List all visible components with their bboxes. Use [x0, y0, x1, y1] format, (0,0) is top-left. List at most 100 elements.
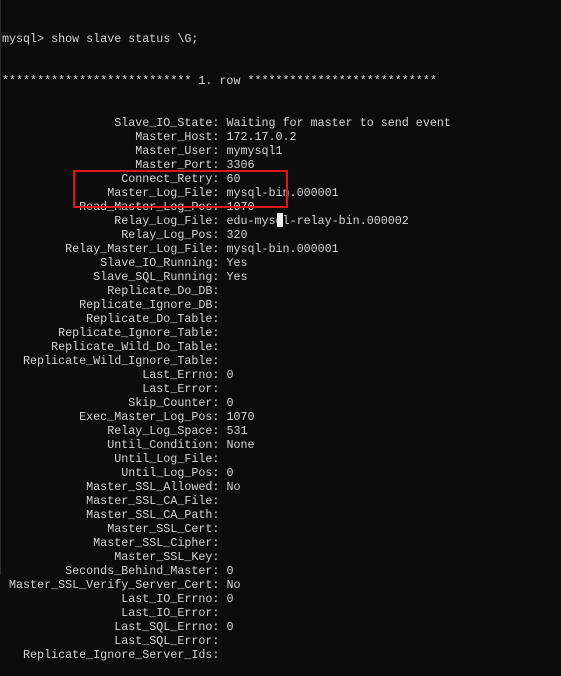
separator: :	[212, 354, 227, 368]
separator: :	[212, 228, 227, 242]
status-label: Last_IO_Errno	[121, 592, 213, 606]
status-row: Relay_Log_Pos: 320	[2, 228, 451, 242]
separator: :	[212, 242, 227, 256]
window-edge	[0, 0, 1, 575]
status-value: 0	[226, 620, 234, 634]
terminal-output[interactable]: mysql> show slave status \G; ***********…	[2, 4, 451, 676]
status-value: 0	[226, 592, 234, 606]
status-row: Last_IO_Error:	[2, 606, 451, 620]
status-row: Master_User: mymysql1	[2, 144, 451, 158]
status-row: Master_SSL_Cert:	[2, 522, 451, 536]
status-value: mymysql1	[226, 144, 283, 158]
status-label: Master_SSL_Cert	[107, 522, 213, 536]
status-value: None	[226, 438, 255, 452]
separator: :	[212, 634, 227, 648]
separator: :	[212, 368, 227, 382]
status-label: Master_SSL_Key	[114, 550, 213, 564]
separator: :	[212, 606, 227, 620]
separator: :	[212, 214, 227, 228]
separator: :	[212, 284, 227, 298]
status-label: Relay_Log_Pos	[121, 228, 213, 242]
status-label: Relay_Log_Space	[107, 424, 213, 438]
status-row: Relay_Log_File: edu-mysql-relay-bin.0000…	[2, 214, 451, 228]
status-label: Master_SSL_Allowed	[86, 480, 213, 494]
status-value: 0	[226, 368, 234, 382]
status-row: Replicate_Wild_Ignore_Table:	[2, 354, 451, 368]
status-row: Relay_Master_Log_File: mysql-bin.000001	[2, 242, 451, 256]
status-label: Slave_IO_Running	[100, 256, 213, 270]
status-value: 172.17.0.2	[226, 130, 297, 144]
separator: :	[212, 130, 227, 144]
status-row: Master_Host: 172.17.0.2	[2, 130, 451, 144]
status-value: 531	[226, 424, 248, 438]
status-value: No	[226, 578, 241, 592]
status-label: Last_Errno	[142, 368, 213, 382]
status-row: Replicate_Wild_Do_Table:	[2, 340, 451, 354]
separator: :	[212, 396, 227, 410]
status-row: Last_Errno: 0	[2, 368, 451, 382]
row-header: *************************** 1. row *****…	[2, 74, 437, 88]
separator: :	[212, 144, 227, 158]
highlight-box	[73, 170, 288, 208]
status-row: Replicate_Ignore_Table:	[2, 326, 451, 340]
status-row: Master_SSL_Allowed: No	[2, 480, 451, 494]
separator: :	[212, 340, 227, 354]
status-label: Relay_Log_File	[114, 214, 213, 228]
separator: :	[212, 522, 227, 536]
status-label: Master_SSL_CA_Path	[86, 508, 213, 522]
status-row: Master_SSL_Cipher:	[2, 536, 451, 550]
separator: :	[212, 298, 227, 312]
status-row: Slave_SQL_Running: Yes	[2, 270, 451, 284]
status-label: Replicate_Wild_Ignore_Table	[23, 354, 213, 368]
status-row: Master_SSL_CA_Path:	[2, 508, 451, 522]
status-row: Replicate_Do_Table:	[2, 312, 451, 326]
status-value: 320	[226, 228, 248, 242]
separator: :	[212, 382, 227, 396]
separator: :	[212, 270, 227, 284]
separator: :	[212, 592, 227, 606]
status-label: Master_User	[135, 144, 213, 158]
status-label: Replicate_Ignore_DB	[79, 298, 213, 312]
status-label: Replicate_Ignore_Table	[58, 326, 213, 340]
status-label: Replicate_Ignore_Server_Ids	[23, 648, 213, 662]
separator: :	[212, 494, 227, 508]
status-row: Master_SSL_Key:	[2, 550, 451, 564]
separator: :	[212, 116, 227, 130]
status-row: Replicate_Ignore_DB:	[2, 298, 451, 312]
separator: :	[212, 550, 227, 564]
status-value: 0	[226, 564, 234, 578]
status-label: Last_Error	[142, 382, 213, 396]
separator: :	[212, 256, 227, 270]
status-row: Last_SQL_Error:	[2, 634, 451, 648]
status-row: Seconds_Behind_Master: 0	[2, 564, 451, 578]
status-value: edu-mysql-relay-bin.000002	[226, 214, 409, 228]
status-row: Until_Condition: None	[2, 438, 451, 452]
status-label: Last_SQL_Errno	[114, 620, 213, 634]
status-label: Exec_Master_Log_Pos	[79, 410, 213, 424]
status-row: Last_Error:	[2, 382, 451, 396]
status-value: 0	[226, 466, 234, 480]
separator: :	[212, 620, 227, 634]
separator: :	[212, 508, 227, 522]
status-label: Replicate_Do_DB	[107, 284, 213, 298]
status-row: Replicate_Do_DB:	[2, 284, 451, 298]
status-label: Master_SSL_CA_File	[86, 494, 213, 508]
status-value: Waiting for master to send event	[226, 116, 451, 130]
separator: :	[212, 578, 227, 592]
status-row: Until_Log_Pos: 0	[2, 466, 451, 480]
status-label: Replicate_Do_Table	[86, 312, 213, 326]
status-row: Master_SSL_CA_File:	[2, 494, 451, 508]
status-row: Last_SQL_Errno: 0	[2, 620, 451, 634]
separator: :	[212, 536, 227, 550]
separator: :	[212, 480, 227, 494]
status-label: Master_SSL_Verify_Server_Cert	[9, 578, 213, 592]
status-label: Last_SQL_Error	[114, 634, 213, 648]
separator: :	[212, 648, 227, 662]
status-row: Slave_IO_Running: Yes	[2, 256, 451, 270]
status-row: Replicate_Ignore_Server_Ids:	[2, 648, 451, 662]
status-value: Yes	[226, 270, 248, 284]
status-label: Master_Host	[135, 130, 213, 144]
status-row: Until_Log_File:	[2, 452, 451, 466]
status-label: Until_Condition	[107, 438, 213, 452]
status-value: 1070	[226, 410, 255, 424]
